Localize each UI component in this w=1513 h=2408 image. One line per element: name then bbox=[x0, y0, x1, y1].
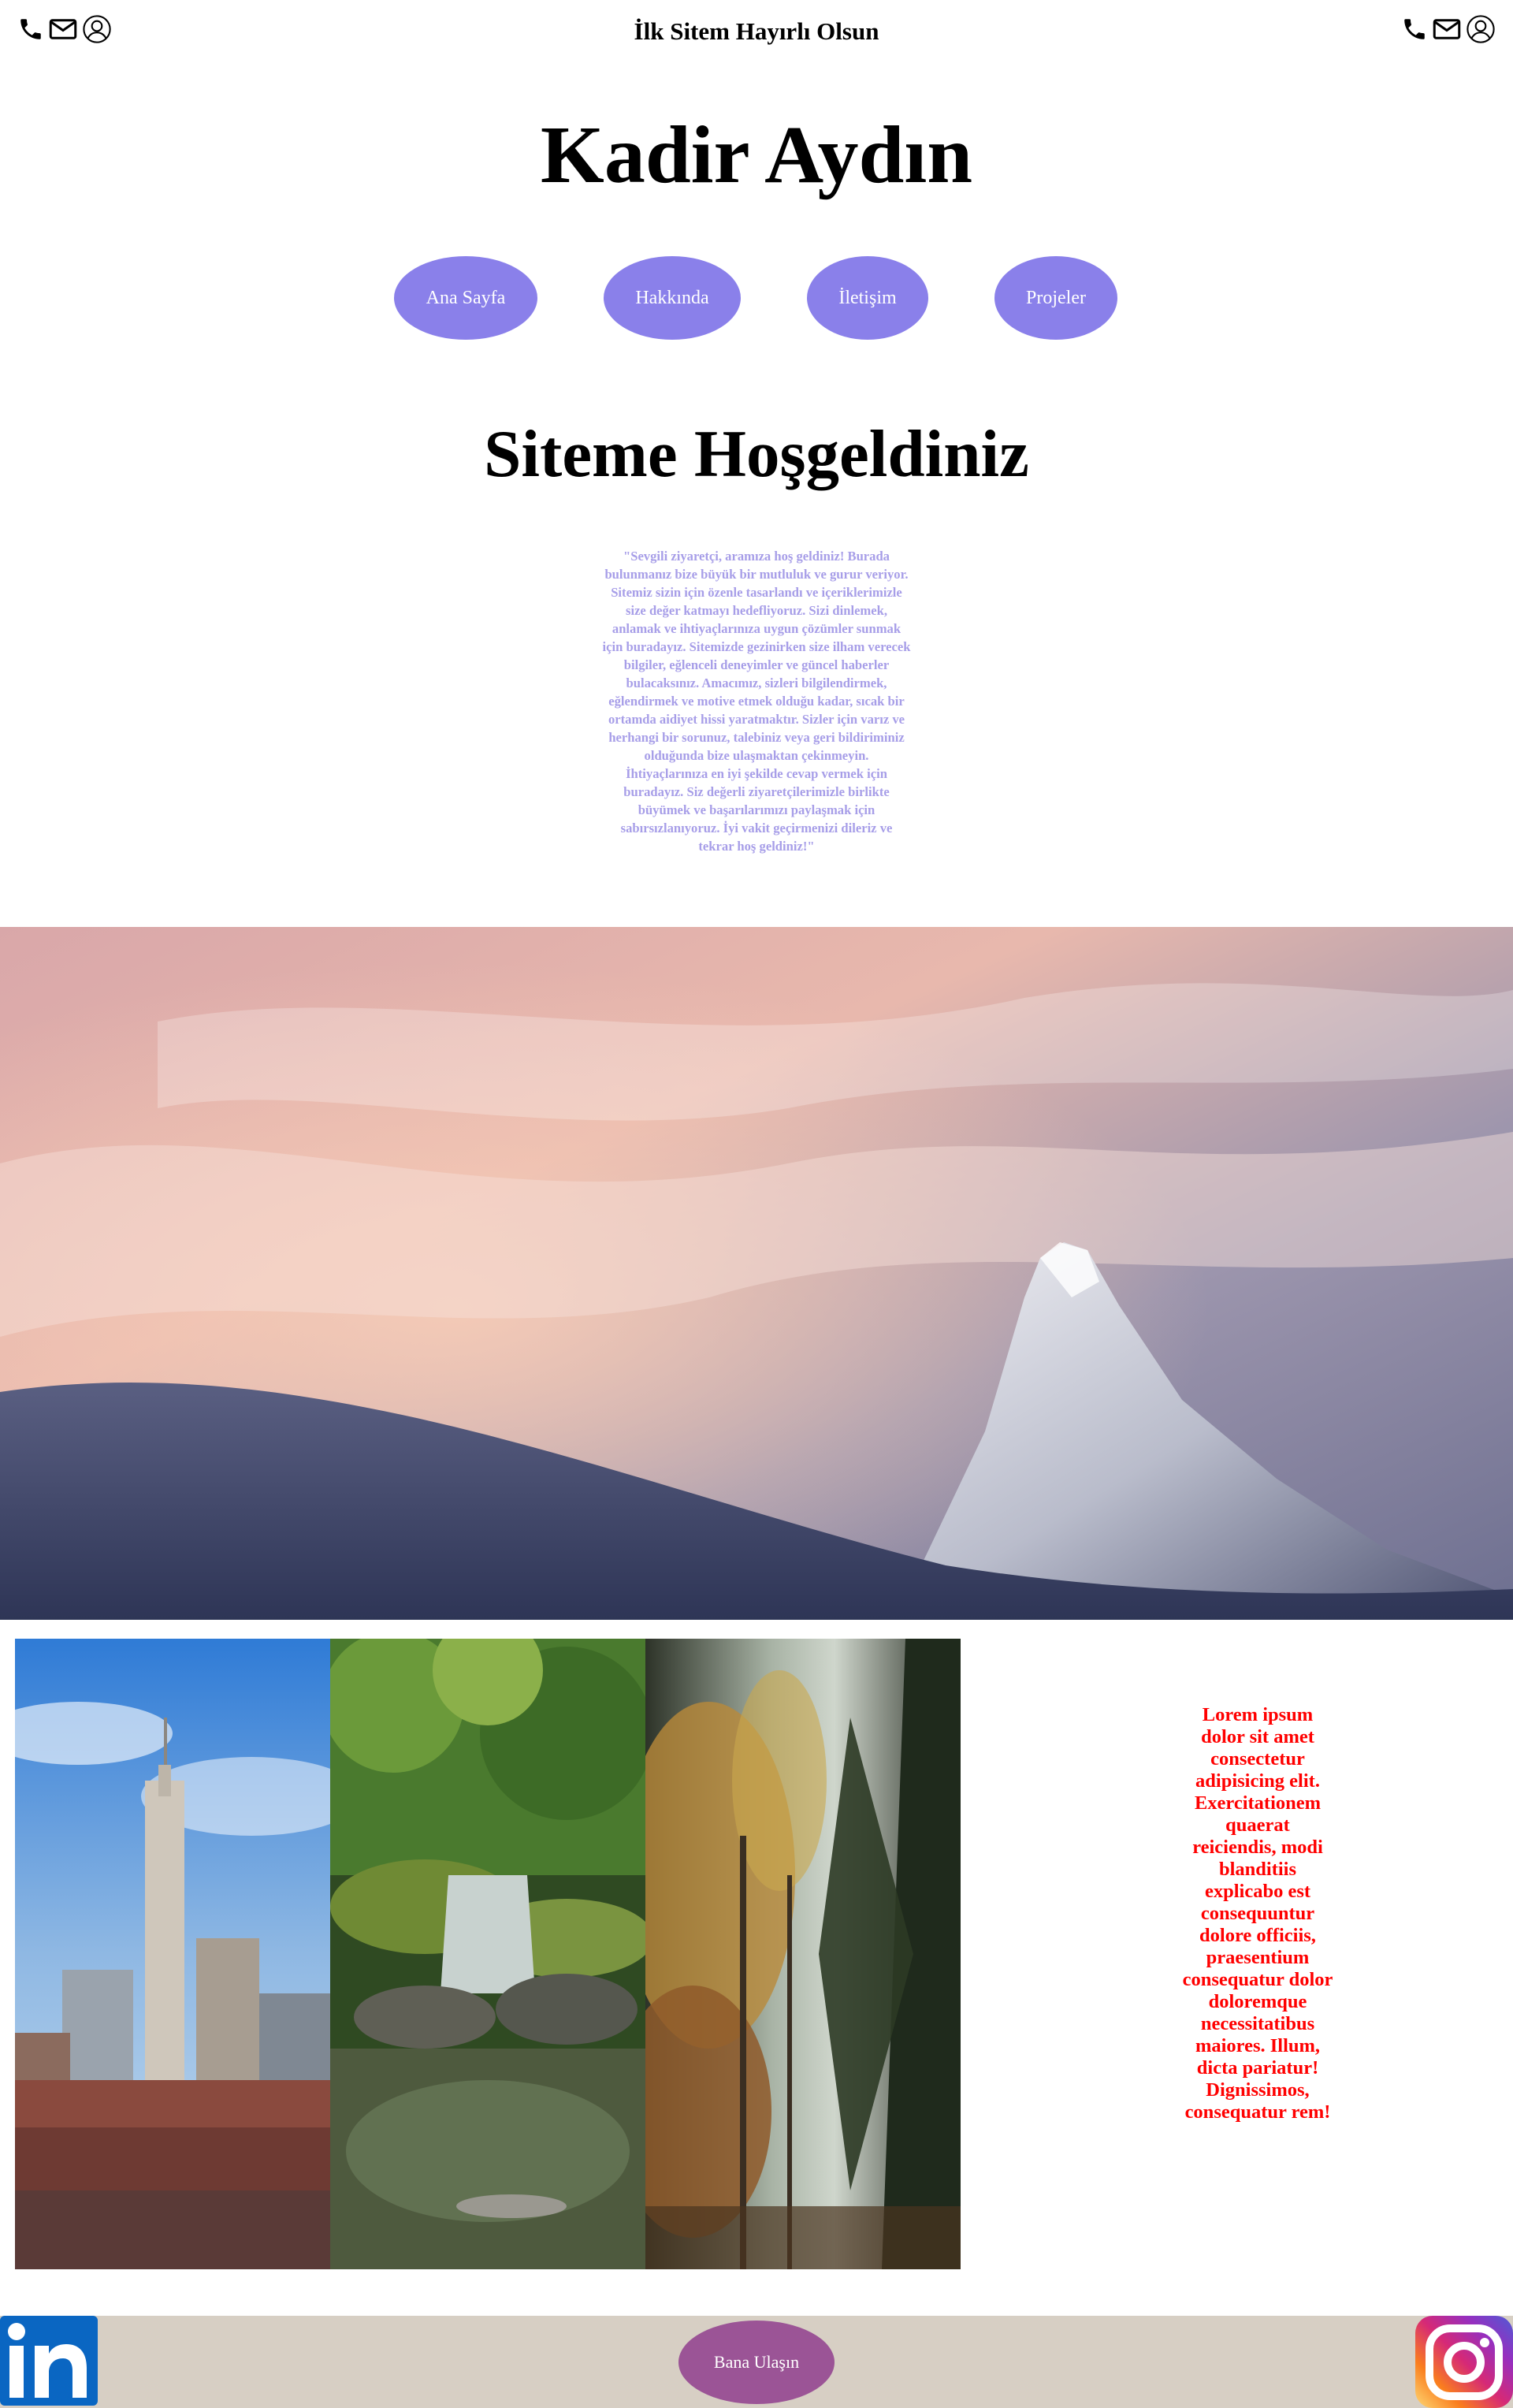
main-nav: Ana Sayfa Hakkında İletişim Projeler bbox=[0, 256, 1513, 341]
hero-mountain-image bbox=[0, 927, 1513, 1620]
phone-icon[interactable] bbox=[1401, 16, 1428, 43]
header-right-icons bbox=[1401, 14, 1496, 44]
site-title: İlk Sitem Hayırlı Olsun bbox=[634, 17, 879, 45]
nav-about-button[interactable]: Hakkında bbox=[604, 256, 741, 340]
welcome-message: "Sevgili ziyaretçi, aramıza hoş geldiniz… bbox=[602, 549, 911, 854]
contact-me-button[interactable]: Bana Ulaşın bbox=[678, 2321, 835, 2404]
nav-projects-button[interactable]: Projeler bbox=[994, 256, 1117, 340]
mail-icon[interactable] bbox=[1433, 17, 1461, 41]
page-title: Kadir Aydın bbox=[540, 110, 973, 200]
nav-home-button[interactable]: Ana Sayfa bbox=[394, 256, 537, 340]
city-image bbox=[15, 1639, 330, 2269]
side-text: Lorem ipsum dolor sit amet consectetur a… bbox=[1182, 1704, 1333, 2123]
nav-contact-button[interactable]: İletişim bbox=[807, 256, 928, 340]
linkedin-icon[interactable] bbox=[0, 2316, 98, 2406]
autumn-forest-image bbox=[645, 1639, 961, 2269]
welcome-heading: Siteme Hoşgeldiniz bbox=[484, 417, 1029, 491]
forest-stream-image bbox=[330, 1639, 645, 2269]
top-bar: İlk Sitem Hayırlı Olsun bbox=[0, 0, 1513, 63]
image-gallery bbox=[15, 1639, 961, 2269]
user-icon[interactable] bbox=[1466, 14, 1496, 44]
instagram-icon[interactable] bbox=[1415, 2316, 1513, 2408]
